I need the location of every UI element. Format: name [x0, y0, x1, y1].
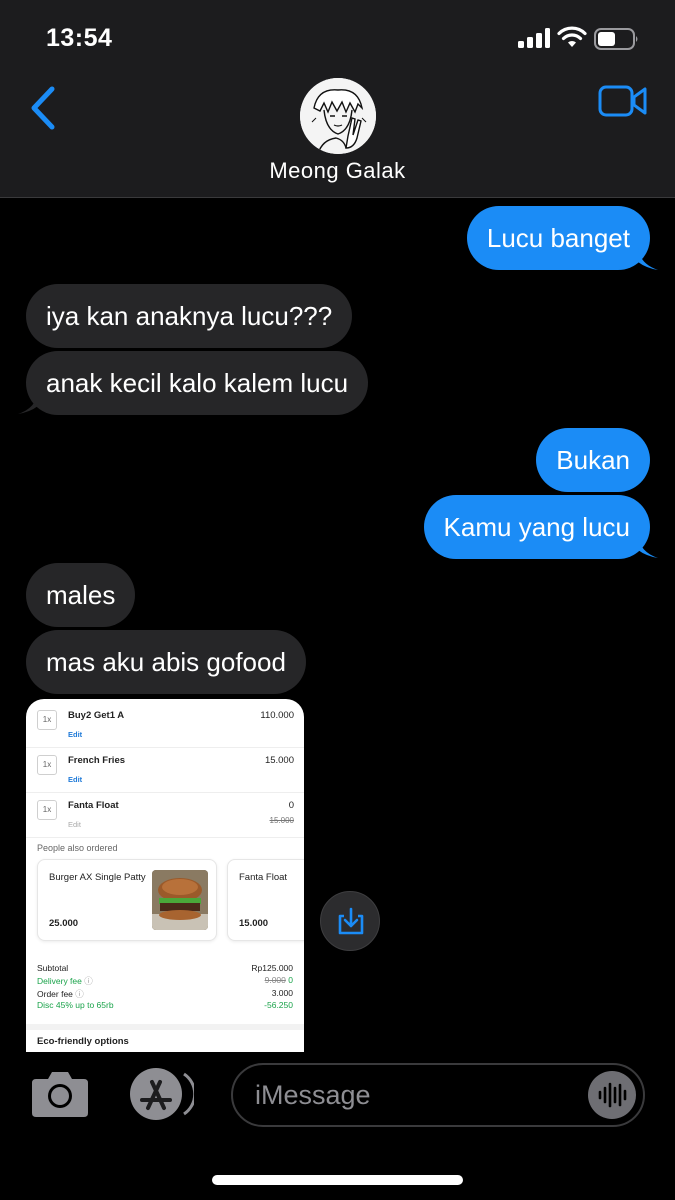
order-fee-label: Order fee: [37, 989, 73, 999]
order-item-row: 1x Buy2 Get1 A Edit 110.000: [26, 704, 304, 748]
save-image-button[interactable]: [320, 891, 380, 951]
item-edit-link: Edit: [68, 730, 83, 739]
status-time: 13:54: [46, 24, 113, 52]
camera-icon[interactable]: [30, 1069, 90, 1119]
delivery-fee-old: 9.000: [264, 975, 286, 985]
outgoing-message-bubble[interactable]: Kamu yang lucu: [423, 495, 650, 559]
item-price: 110.000: [260, 710, 294, 721]
bubble-tail: [638, 248, 658, 270]
contact-avatar[interactable]: [300, 78, 376, 154]
outgoing-message-bubble[interactable]: Bukan: [536, 428, 650, 492]
incoming-message-bubble[interactable]: mas aku abis gofood: [26, 630, 306, 694]
contact-name[interactable]: Meong Galak: [0, 158, 675, 184]
item-price: 0: [288, 800, 294, 811]
order-item-row: 1x French Fries Edit 15.000: [26, 749, 304, 793]
burger-photo: [152, 870, 208, 930]
suggestion-price: 25.000: [49, 918, 79, 929]
outgoing-message-bubble[interactable]: Lucu banget: [466, 206, 650, 270]
audio-waveform-icon: [598, 1082, 627, 1108]
message-input-field[interactable]: [231, 1063, 645, 1127]
item-name: Buy2 Get1 A: [68, 710, 125, 721]
order-fee-value: 3.000: [271, 988, 293, 998]
suggestion-card: Burger AX Single Patty 25.000: [37, 859, 217, 941]
discount-row: Disc 45% up to 65rb -56.250: [37, 1000, 293, 1012]
incoming-message-bubble[interactable]: males: [26, 563, 136, 627]
item-edit-link: Edit: [68, 820, 81, 829]
item-name: French Fries: [68, 755, 126, 766]
order-fee-row: Order fee ⓘ 3.000: [37, 988, 293, 1000]
item-quantity: 1x: [37, 710, 57, 730]
order-item-row: 1x Fanta Float Edit 0 15.000: [26, 794, 304, 838]
bubble-tail: [638, 536, 658, 558]
item-quantity: 1x: [37, 800, 57, 820]
home-indicator[interactable]: [212, 1175, 463, 1185]
discount-label: Disc 45% up to 65rb: [37, 1000, 114, 1010]
info-icon: ⓘ: [75, 989, 84, 999]
imessage-input[interactable]: [255, 1075, 575, 1115]
suggestion-name: Burger AX Single Patty: [49, 872, 146, 883]
item-price: 15.000: [264, 755, 294, 766]
conversation-header: Meong Galak: [0, 78, 675, 198]
item-quantity: 1x: [37, 755, 57, 775]
audio-message-button[interactable]: [588, 1071, 636, 1119]
cellular-signal-icon: [518, 28, 550, 48]
suggestion-price: 15.000: [239, 918, 269, 929]
subtotal-value: Rp125.000: [251, 963, 293, 973]
image-attachment[interactable]: 1x Buy2 Get1 A Edit 110.000 1x French Fr…: [26, 699, 304, 1052]
subtotal-row: Subtotal Rp125.000: [37, 963, 293, 975]
eco-friendly-section: Eco-friendly options: [26, 1024, 304, 1052]
people-also-ordered-title: People also ordered: [37, 843, 118, 853]
discount-value: -56.250: [264, 1000, 293, 1010]
subtotal-label: Subtotal: [37, 963, 69, 973]
incoming-message-bubble[interactable]: iya kan anaknya lucu???: [26, 284, 353, 348]
app-store-icon[interactable]: [126, 1068, 194, 1120]
bubble-tail: [18, 392, 38, 414]
back-chevron-icon[interactable]: [28, 86, 58, 130]
battery-icon: [594, 28, 638, 50]
delivery-fee-value: 0: [288, 975, 293, 985]
wifi-icon: [557, 26, 587, 47]
suggestion-name: Fanta Float: [239, 872, 288, 883]
video-camera-icon[interactable]: [598, 84, 648, 118]
share-icon: [338, 907, 364, 935]
suggestion-card: Fanta Float 15.000: [227, 859, 304, 941]
info-icon: ⓘ: [84, 976, 93, 986]
delivery-fee-label: Delivery fee: [37, 976, 82, 986]
eco-friendly-title: Eco-friendly options: [37, 1036, 129, 1047]
item-old-price: 15.000: [269, 816, 294, 825]
incoming-message-bubble[interactable]: anak kecil kalo kalem lucu: [26, 351, 369, 415]
delivery-fee-row: Delivery fee ⓘ 9.000 0: [37, 975, 293, 987]
avatar-illustration: [300, 78, 376, 154]
item-edit-link: Edit: [68, 775, 83, 784]
status-bar: 13:54: [0, 0, 675, 78]
item-name: Fanta Float: [68, 800, 119, 811]
